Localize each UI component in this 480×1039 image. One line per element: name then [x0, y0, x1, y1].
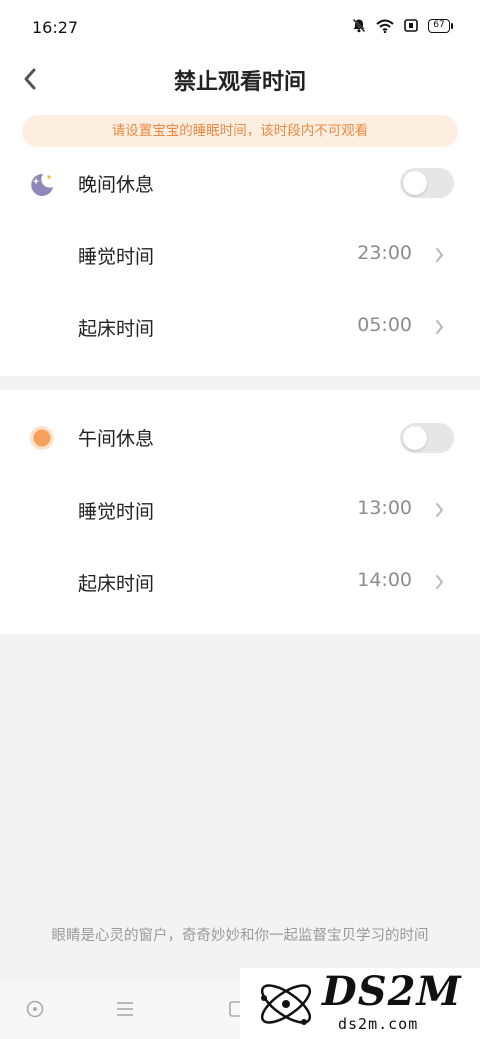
footer-note: 眼睛是心灵的窗户，奇奇妙妙和你一起监督宝贝学习的时间 — [51, 928, 429, 944]
circle-dot-icon — [25, 999, 45, 1023]
chevron-right-icon — [432, 573, 446, 591]
noon-rest-row: 午间休息 — [0, 402, 480, 474]
moon-stars-icon — [28, 170, 56, 198]
night-rest-toggle[interactable] — [400, 168, 454, 198]
toggle-knob — [403, 171, 427, 195]
screen: 16:27 67 禁止观看时间 请设置宝宝的睡眠时间，该时段内不可观看 晚间休息… — [0, 0, 480, 1039]
noon-rest-toggle[interactable] — [400, 423, 454, 453]
noon-wake-time: 14:00 — [357, 569, 412, 591]
noon-rest-title: 午间休息 — [78, 428, 155, 450]
info-banner: 请设置宝宝的睡眠时间，该时段内不可观看 — [22, 115, 458, 147]
menu-icon — [115, 1000, 135, 1022]
nav-home-button[interactable] — [22, 998, 48, 1024]
noon-sleep-label: 睡觉时间 — [78, 501, 155, 523]
night-sleep-time-row[interactable]: 睡觉时间 23:00 — [0, 220, 480, 292]
night-rest-row: 晚间休息 — [0, 148, 480, 220]
status-bar: 16:27 67 — [0, 0, 480, 58]
noon-sleep-time-row[interactable]: 睡觉时间 13:00 — [0, 475, 480, 547]
toggle-knob — [403, 426, 427, 450]
atom-logo-icon — [254, 972, 318, 1039]
watermark-url: ds2m.com — [338, 1015, 419, 1033]
night-wake-time-row[interactable]: 起床时间 05:00 — [0, 292, 480, 364]
night-rest-title: 晚间休息 — [78, 174, 155, 196]
chevron-right-icon — [432, 318, 446, 336]
night-wake-time: 05:00 — [357, 314, 412, 336]
page-title: 禁止观看时间 — [173, 70, 306, 95]
night-wake-label: 起床时间 — [78, 318, 155, 340]
mute-bell-icon — [352, 18, 366, 33]
chevron-right-icon — [432, 501, 446, 519]
status-time: 16:27 — [32, 18, 79, 37]
watermark-text: DS2M — [322, 968, 462, 1015]
battery-icon: 67 — [428, 18, 453, 33]
noon-sleep-time: 13:00 — [357, 497, 412, 519]
wifi-icon — [376, 19, 394, 33]
chevron-right-icon — [432, 246, 446, 264]
noon-rest-section: 午间休息 睡觉时间 13:00 起床时间 14:00 — [0, 390, 480, 634]
header: 禁止观看时间 — [0, 58, 480, 108]
nav-menu-button[interactable] — [112, 998, 138, 1024]
night-sleep-label: 睡觉时间 — [78, 246, 155, 268]
sim-icon — [404, 19, 418, 32]
night-sleep-time: 23:00 — [357, 242, 412, 264]
noon-wake-time-row[interactable]: 起床时间 14:00 — [0, 547, 480, 619]
noon-wake-label: 起床时间 — [78, 573, 155, 595]
status-icons: 67 — [352, 18, 453, 33]
sun-icon — [28, 424, 56, 452]
night-rest-section: 晚间休息 睡觉时间 23:00 起床时间 05:00 — [0, 156, 480, 376]
watermark: DS2M ds2m.com — [240, 968, 480, 1039]
